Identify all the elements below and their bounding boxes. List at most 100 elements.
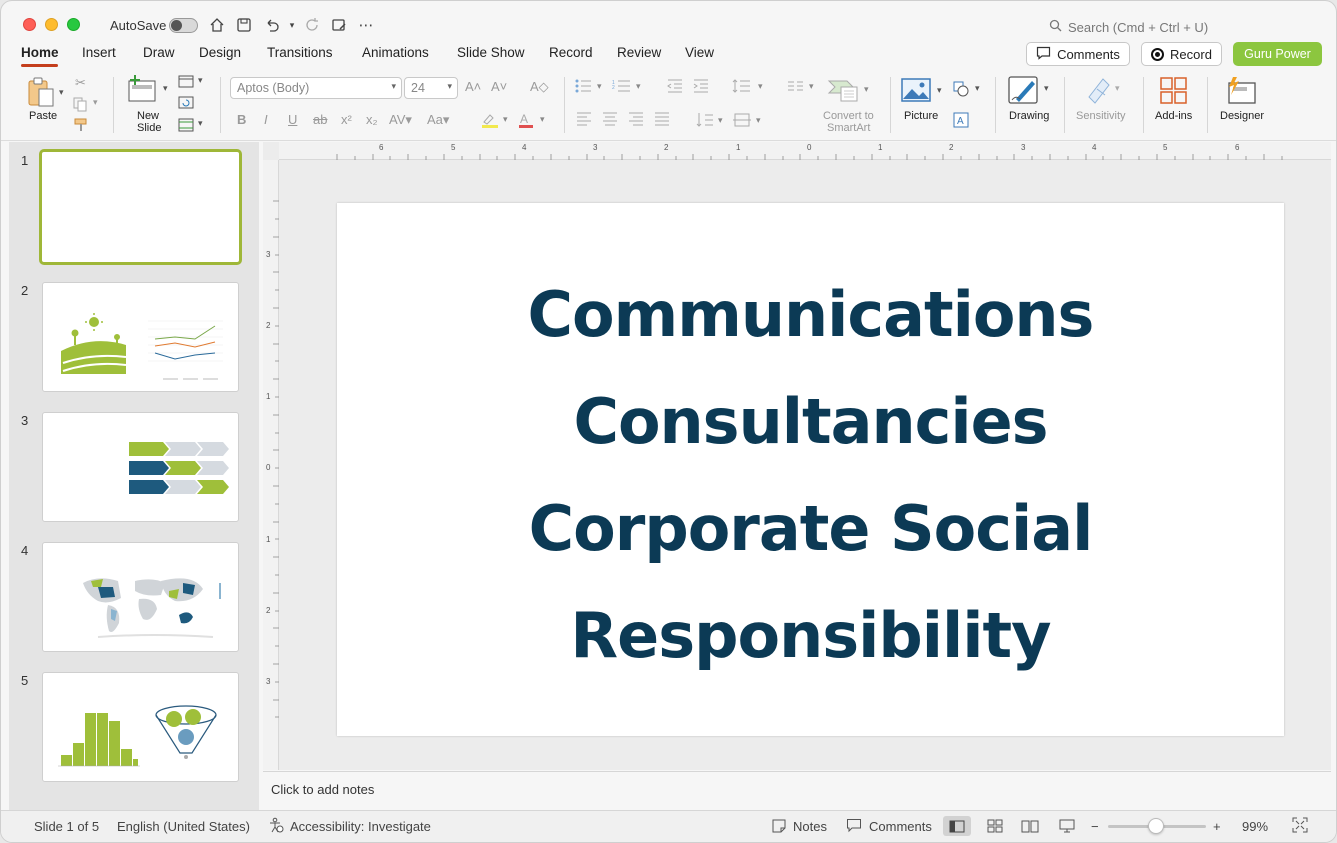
section-icon[interactable] (178, 118, 194, 135)
subscript-icon[interactable]: x₂ (366, 112, 378, 127)
format-painter-icon[interactable] (74, 118, 90, 135)
designer-button[interactable] (1225, 75, 1259, 107)
tab-home[interactable]: Home (21, 45, 59, 60)
tab-slide-show[interactable]: Slide Show (457, 45, 525, 60)
increase-font-icon[interactable]: A˄ (465, 79, 481, 94)
decrease-indent-icon[interactable] (667, 79, 683, 96)
italic-icon[interactable]: I (264, 112, 268, 127)
shapes-icon[interactable]: ▾ (953, 81, 983, 100)
align-right-icon[interactable] (628, 112, 644, 129)
underline-icon[interactable]: U (288, 112, 297, 127)
notes-icon[interactable] (771, 818, 787, 837)
align-left-icon[interactable] (576, 112, 592, 129)
notes-pane[interactable]: Click to add notes (263, 771, 1331, 809)
undo-dropdown-icon[interactable]: ▾ (283, 16, 301, 34)
autosave-toggle[interactable] (169, 18, 198, 33)
highlight-icon[interactable]: ▾ (481, 112, 511, 131)
add-ins-button[interactable] (1159, 77, 1191, 107)
picture-dropdown-icon[interactable]: ▾ (937, 85, 942, 96)
slide-thumbnail-2[interactable] (42, 282, 239, 392)
horizontal-ruler[interactable]: 6 5 4 3 2 1 0 1 2 3 4 5 6 (279, 142, 1331, 160)
change-case-icon[interactable]: Aa▾ (427, 112, 449, 128)
record-button[interactable]: Record (1141, 42, 1222, 66)
slide-title-textbox[interactable]: Communications Consultancies Corporate S… (337, 261, 1284, 689)
more-icon[interactable]: ⋯ (357, 16, 375, 34)
tab-draw[interactable]: Draw (143, 45, 175, 60)
search-box[interactable]: Search (Cmd + Ctrl + U) (1049, 19, 1208, 35)
fit-to-window-icon[interactable] (1292, 817, 1308, 836)
bullets-icon[interactable]: ▾ (575, 79, 605, 96)
font-size-select[interactable]: 24 ▾ (404, 77, 458, 99)
copy-icon[interactable] (73, 97, 90, 115)
zoom-slider-handle[interactable] (1148, 818, 1164, 834)
slideshow-view-button[interactable] (1053, 816, 1081, 836)
undo-icon[interactable] (263, 16, 281, 34)
redo-icon[interactable] (303, 16, 321, 34)
home-icon[interactable] (208, 16, 226, 34)
text-direction-icon[interactable]: ▾ (696, 112, 726, 131)
drawing-button[interactable]: ▾ (1008, 75, 1054, 109)
reset-icon[interactable] (178, 96, 194, 112)
slide-thumbnail-5[interactable] (42, 672, 239, 782)
slide-thumbnail-4[interactable] (42, 542, 239, 652)
tab-review[interactable]: Review (617, 45, 661, 60)
accessibility-status[interactable]: Accessibility: Investigate (290, 819, 431, 834)
columns-icon[interactable]: ▾ (787, 79, 819, 96)
paste-dropdown-icon[interactable]: ▾ (59, 87, 64, 98)
tab-design[interactable]: Design (199, 45, 241, 60)
justify-icon[interactable] (654, 112, 670, 129)
minimize-window-button[interactable] (45, 18, 58, 31)
accessibility-icon[interactable] (268, 817, 284, 836)
slide-thumbnail-panel[interactable]: 1 2 3 4 5 (9, 142, 259, 810)
cut-icon[interactable]: ✂ (75, 75, 86, 91)
sensitivity-button[interactable]: ▾ (1083, 75, 1127, 107)
superscript-icon[interactable]: x² (341, 112, 352, 127)
layout-dropdown-icon[interactable]: ▾ (198, 75, 203, 86)
normal-view-button[interactable] (943, 816, 971, 836)
comments-status-icon[interactable] (846, 818, 862, 836)
zoom-out-icon[interactable]: − (1091, 819, 1099, 834)
slide-canvas[interactable]: Communications Consultancies Corporate S… (337, 203, 1284, 736)
line-spacing-icon[interactable]: ▾ (732, 79, 766, 96)
font-name-select[interactable]: Aptos (Body) ▾ (230, 77, 402, 99)
tab-animations[interactable]: Animations (362, 45, 429, 60)
zoom-level[interactable]: 99% (1242, 819, 1268, 834)
vertical-ruler[interactable]: 3 2 1 0 1 2 3 (263, 160, 279, 770)
strikethrough-icon[interactable]: ab (313, 112, 327, 127)
section-dropdown-icon[interactable]: ▾ (198, 118, 203, 129)
comments-toggle-label[interactable]: Comments (869, 819, 932, 834)
textbox-icon[interactable]: A (953, 112, 969, 131)
close-window-button[interactable] (23, 18, 36, 31)
font-color-icon[interactable]: A ▾ (518, 112, 548, 131)
copy-dropdown-icon[interactable]: ▾ (93, 97, 98, 108)
language-status[interactable]: English (United States) (117, 819, 250, 834)
character-spacing-icon[interactable]: AV▾ (389, 112, 412, 128)
notes-toggle-label[interactable]: Notes (793, 819, 827, 834)
zoom-window-button[interactable] (67, 18, 80, 31)
new-slide-dropdown-icon[interactable]: ▾ (163, 83, 168, 94)
slide-thumbnail-3[interactable] (42, 412, 239, 522)
reading-view-button[interactable] (1016, 816, 1044, 836)
picture-button[interactable]: ▾ (901, 77, 947, 107)
tab-record[interactable]: Record (549, 45, 593, 60)
align-text-icon[interactable]: ▾ (732, 112, 766, 131)
layout-icon[interactable] (178, 75, 194, 91)
slide-thumbnail-1[interactable] (39, 149, 242, 265)
tab-insert[interactable]: Insert (82, 45, 116, 60)
zoom-in-icon[interactable]: + (1213, 819, 1221, 834)
save-icon[interactable] (235, 16, 253, 34)
align-center-icon[interactable] (602, 112, 618, 129)
bold-icon[interactable]: B (237, 112, 246, 127)
tab-view[interactable]: View (685, 45, 714, 60)
clear-formatting-icon[interactable]: A◇ (530, 79, 549, 95)
slide-sorter-button[interactable] (981, 816, 1009, 836)
convert-smartart-button[interactable]: ▾ (825, 75, 875, 105)
customize-icon[interactable] (330, 16, 348, 34)
comments-button[interactable]: Comments (1026, 42, 1130, 66)
drawing-dropdown-icon[interactable]: ▾ (1044, 83, 1049, 94)
guru-power-button[interactable]: Guru Power (1233, 42, 1322, 66)
tab-transitions[interactable]: Transitions (267, 45, 333, 60)
decrease-font-icon[interactable]: A˅ (491, 79, 507, 94)
increase-indent-icon[interactable] (693, 79, 709, 96)
numbering-icon[interactable]: 1 2 ▾ (612, 79, 644, 96)
